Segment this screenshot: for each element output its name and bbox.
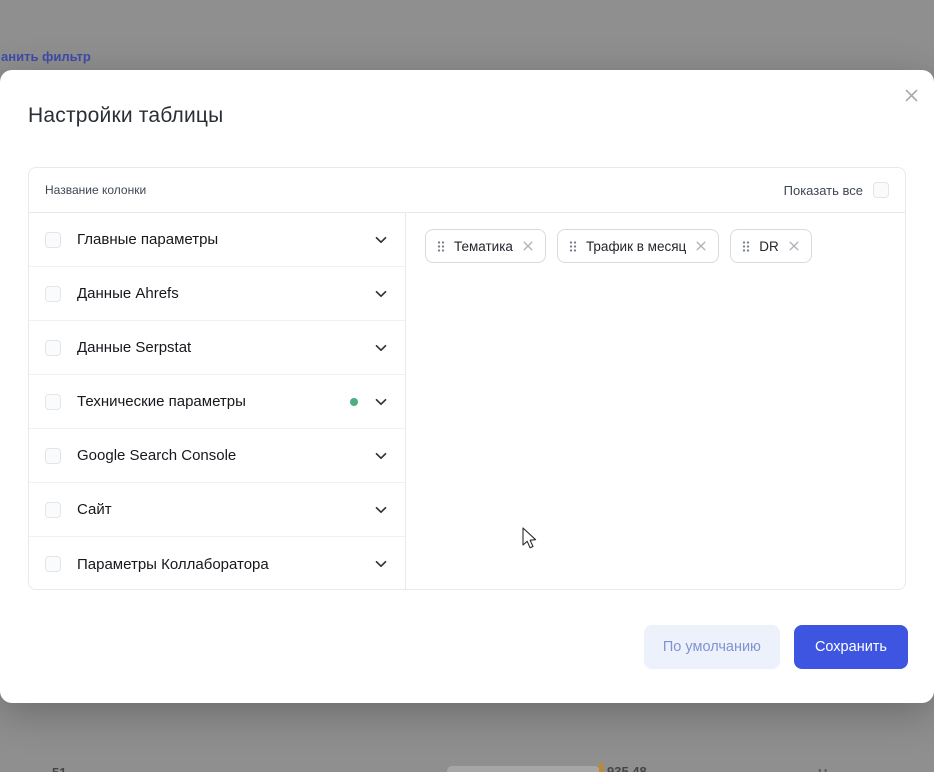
category-checkbox[interactable] [45,340,61,356]
default-button[interactable]: По умолчанию [644,625,780,669]
category-checkbox[interactable] [45,232,61,248]
background-table-fragment-right: Н [818,765,827,772]
drag-handle-icon[interactable] [742,240,750,253]
drag-handle-icon[interactable] [569,240,577,253]
column-chip[interactable]: Трафик в месяц [557,229,719,263]
category-label: Технические параметры [77,393,246,410]
close-icon[interactable] [899,83,923,107]
category-checkbox[interactable] [45,286,61,302]
category-checkbox[interactable] [45,556,61,572]
chevron-down-icon[interactable] [373,340,389,356]
category-label: Google Search Console [77,447,236,464]
remove-chip-icon[interactable] [788,240,800,252]
column-chip[interactable]: DR [730,229,812,263]
chevron-down-icon[interactable] [373,556,389,572]
category-checkbox[interactable] [45,448,61,464]
column-name-label: Название колонки [45,183,146,197]
selected-columns-list: Тематика [425,229,905,263]
background-table-fragment-left: 51 [52,764,66,772]
table-settings-modal: Настройки таблицы Название колонки Показ… [0,70,934,703]
category-list: Главные параметры Дан [29,213,406,589]
category-row[interactable]: Параметры Коллаборатора [29,537,405,590]
drag-handle-icon[interactable] [437,240,445,253]
category-checkbox[interactable] [45,394,61,410]
category-label: Данные Serpstat [77,339,191,356]
selected-columns-area: Тематика [406,213,905,589]
chevron-down-icon[interactable] [373,394,389,410]
save-button[interactable]: Сохранить [794,625,908,669]
green-indicator-dot [350,398,358,406]
chevron-down-icon[interactable] [373,232,389,248]
show-all-checkbox[interactable] [873,182,889,198]
show-all-control: Показать все [784,182,889,198]
background-table-fragment-pill [447,766,600,772]
chip-label: DR [759,239,779,254]
show-all-label: Показать все [784,183,863,198]
chevron-down-icon[interactable] [373,448,389,464]
category-row[interactable]: Google Search Console [29,429,405,483]
chip-label: Трафик в месяц [586,239,686,254]
category-checkbox[interactable] [45,502,61,518]
category-row[interactable]: Данные Ahrefs [29,267,405,321]
modal-footer: По умолчанию Сохранить [644,625,908,669]
modal-title: Настройки таблицы [28,104,223,128]
chevron-down-icon[interactable] [373,286,389,302]
chip-label: Тематика [454,239,513,254]
category-label: Данные Ahrefs [77,285,179,302]
category-row[interactable]: Сайт [29,483,405,537]
screen: анить фильтр 51 935.48·· Н Настройки таб… [0,0,934,772]
category-row[interactable]: Главные параметры [29,213,405,267]
category-label: Сайт [77,501,112,518]
columns-panel: Название колонки Показать все Главные па… [28,167,906,590]
category-row[interactable]: Данные Serpstat [29,321,405,375]
category-row[interactable]: Технические параметры [29,375,405,429]
column-chip[interactable]: Тематика [425,229,546,263]
background-table-fragment-price: 935.48·· [599,763,660,772]
save-filter-link[interactable]: анить фильтр [1,49,91,64]
remove-chip-icon[interactable] [522,240,534,252]
category-label: Главные параметры [77,231,218,248]
category-label: Параметры Коллаборатора [77,556,269,573]
remove-chip-icon[interactable] [695,240,707,252]
chevron-down-icon[interactable] [373,502,389,518]
price-marker-icon [599,763,603,772]
panel-header: Название колонки Показать все [29,168,905,213]
